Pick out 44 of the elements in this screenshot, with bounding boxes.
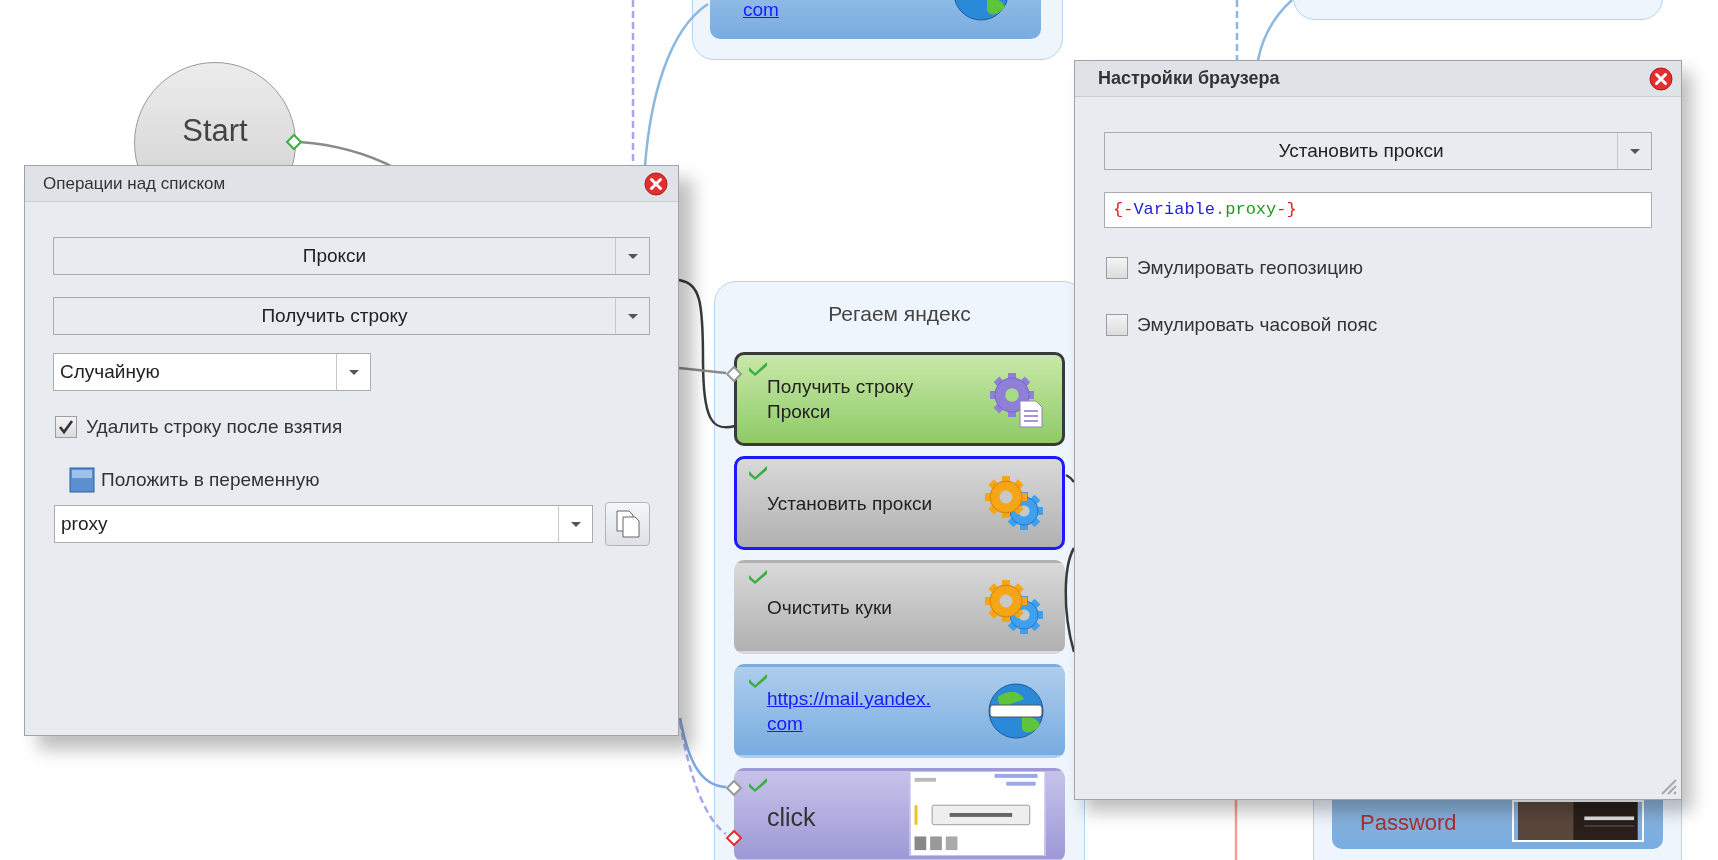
group-title: Регаем яндекс [827, 301, 972, 327]
copy-button[interactable] [605, 502, 650, 546]
option-label: Положить в переменную [101, 467, 320, 492]
connector-line [1234, 800, 1238, 860]
check-icon [747, 568, 769, 584]
operation-dropdown[interactable]: Получить строку [53, 297, 650, 335]
window-title: Настройки браузера [1098, 67, 1280, 90]
copy-icon [614, 509, 641, 539]
check-icon [747, 360, 769, 376]
checkbox-label: Удалить строку после взятия [86, 415, 343, 439]
checkbox[interactable] [55, 416, 77, 439]
node-label: Password [1360, 812, 1457, 834]
close-icon[interactable] [1649, 66, 1673, 91]
action-node[interactable]: Установить прокси [734, 456, 1065, 550]
check-icon [747, 672, 769, 688]
action-node[interactable]: https://mail.yandex. com [734, 664, 1065, 758]
action-node[interactable]: Получить строку Прокси [734, 352, 1065, 446]
check-icon [747, 776, 769, 792]
node-label: click [767, 802, 817, 834]
gears-icon [982, 577, 1046, 637]
checkbox[interactable] [1106, 257, 1128, 280]
square-icon [69, 466, 95, 493]
action-dropdown[interactable]: Установить прокси [1104, 132, 1652, 170]
node-label: Получить строку Прокси [767, 375, 915, 424]
proxy-field[interactable]: {-Variable.proxy-} [1104, 192, 1652, 228]
checkbox-label: Эмулировать часовой пояс [1137, 312, 1378, 337]
node-label: Установить прокси [767, 491, 934, 516]
action-node[interactable]: click [734, 768, 1065, 860]
node-link[interactable]: https://mail.yandex. com [767, 686, 986, 736]
node-label: Очистить куки [767, 595, 893, 620]
action-node[interactable]: com [710, 0, 1041, 39]
node-link[interactable]: com [743, 0, 779, 19]
globe-icon [986, 681, 1046, 741]
close-icon[interactable] [644, 171, 668, 196]
action-node[interactable]: Очистить куки [734, 560, 1065, 654]
connector-line [1235, 0, 1239, 60]
variable-dropdown[interactable]: proxy [54, 505, 593, 543]
checkbox[interactable] [1106, 313, 1128, 336]
connector-line [1256, 0, 1293, 61]
checkbox-label: Эмулировать геопозицию [1137, 256, 1363, 280]
gears-icon [982, 473, 1046, 533]
mode-dropdown[interactable]: Случайную [53, 353, 371, 391]
check-icon [747, 464, 769, 480]
list-dropdown[interactable]: Прокси [53, 237, 650, 275]
